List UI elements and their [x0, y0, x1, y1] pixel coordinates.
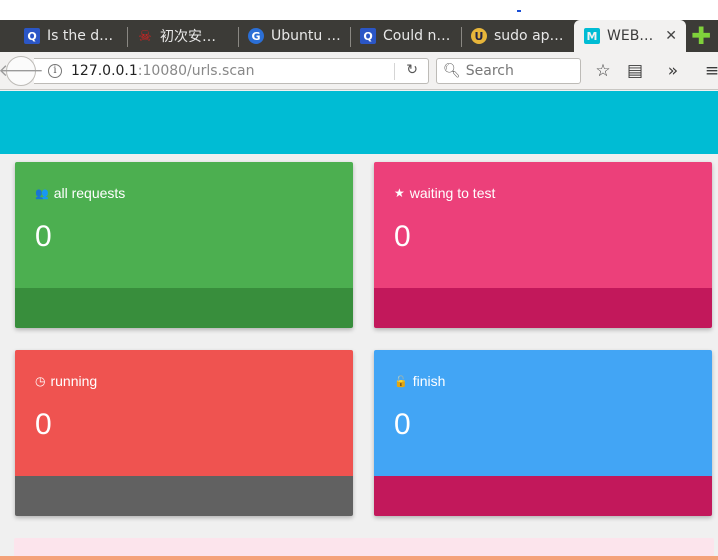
url-host: 127.0.0.1 [71, 63, 138, 79]
window-top-edge [0, 0, 718, 20]
tab-4[interactable]: Q Could n… [360, 20, 452, 52]
tab-2[interactable]: ☠ 初次安… [137, 20, 229, 52]
tab-6-active[interactable]: M WEB… ✕ [574, 20, 686, 52]
users-icon: 👥 [35, 187, 49, 200]
reload-icon[interactable]: ↻ [406, 62, 418, 78]
menu-hamburger-icon[interactable]: ≡ [703, 60, 718, 82]
card-top: ★ waiting to test 0 [374, 162, 712, 288]
card-finish: 🔓 finish 0 [374, 350, 712, 516]
askubuntu-icon: G [248, 28, 264, 44]
app-header-bar [0, 91, 718, 154]
tab-1[interactable]: Q Is the d… [24, 20, 116, 52]
bookmark-star-icon[interactable]: ☆ [592, 60, 614, 82]
card-label: ◷ running [35, 373, 97, 389]
card-label-text: running [50, 373, 98, 389]
reading-list-icon[interactable]: ▤ [624, 60, 646, 82]
card-label: 🔓 finish [394, 373, 445, 389]
card-footer [15, 288, 353, 328]
stackexchange-icon: Q [24, 28, 40, 44]
bottom-strip [0, 556, 718, 560]
card-top: ◷ running 0 [15, 350, 353, 476]
card-waiting-to-test: ★ waiting to test 0 [374, 162, 712, 328]
new-tab-icon[interactable]: ✚ [690, 24, 712, 48]
stackexchange-icon: Q [360, 28, 376, 44]
info-icon[interactable]: i [48, 64, 62, 78]
tab-separator [350, 27, 351, 47]
tab-5[interactable]: U sudo ap… [471, 20, 565, 52]
card-value: 0 [394, 408, 411, 441]
card-top: 👥 all requests 0 [15, 162, 353, 288]
top-edge-dot [517, 10, 521, 12]
card-label: 👥 all requests [35, 185, 125, 201]
tab-title: Is the d… [47, 28, 114, 44]
card-top: 🔓 finish 0 [374, 350, 712, 476]
card-label-text: waiting to test [409, 185, 496, 201]
back-arrow-icon: 🡐 [0, 61, 44, 81]
card-label: ★ waiting to test [394, 185, 495, 201]
overflow-chevrons-icon[interactable]: » [662, 60, 684, 82]
card-running: ◷ running 0 [15, 350, 353, 516]
search-icon: 🔍︎ [443, 63, 461, 79]
star-icon: ★ [394, 186, 405, 200]
nav-toolbar: i 127.0.0.1:10080/urls.scan ↻ 🡐 🔍︎ ☆ ▤ »… [0, 52, 718, 90]
page-content: 👥 all requests 0 ★ waiting to test 0 ◷ r… [0, 91, 718, 560]
lock-icon: 🔓 [394, 375, 408, 388]
back-button[interactable]: 🡐 [0, 56, 44, 86]
card-footer [374, 288, 712, 328]
card-value: 0 [35, 408, 52, 441]
url-bar[interactable]: i 127.0.0.1:10080/urls.scan ↻ [34, 58, 429, 84]
material-m-icon: M [584, 28, 600, 44]
card-label-text: finish [412, 373, 446, 389]
card-all-requests: 👥 all requests 0 [15, 162, 353, 328]
card-value: 0 [35, 220, 52, 253]
tab-separator [461, 27, 462, 47]
search-input[interactable] [465, 63, 576, 79]
tab-title: Ubuntu … [271, 28, 341, 44]
tab-separator [238, 27, 239, 47]
tab-separator [127, 27, 128, 47]
redhat-icon: ☠ [138, 27, 152, 45]
close-tab-icon[interactable]: ✕ [665, 28, 677, 44]
card-label-text: all requests [53, 185, 126, 201]
tab-title: 初次安… [160, 29, 216, 45]
tab-title: WEB… [607, 28, 654, 44]
card-value: 0 [394, 220, 411, 253]
tab-title: sudo ap… [494, 28, 564, 44]
ubuntu-forum-icon: U [471, 28, 487, 44]
url-path: :10080/urls.scan [137, 63, 255, 79]
card-footer [374, 476, 712, 516]
tab-3[interactable]: G Ubuntu … [248, 20, 342, 52]
clock-icon: ◷ [35, 374, 46, 388]
card-footer [15, 476, 353, 516]
search-box[interactable]: 🔍︎ [436, 58, 581, 84]
url-divider [394, 63, 395, 80]
tab-title: Could n… [383, 28, 451, 44]
